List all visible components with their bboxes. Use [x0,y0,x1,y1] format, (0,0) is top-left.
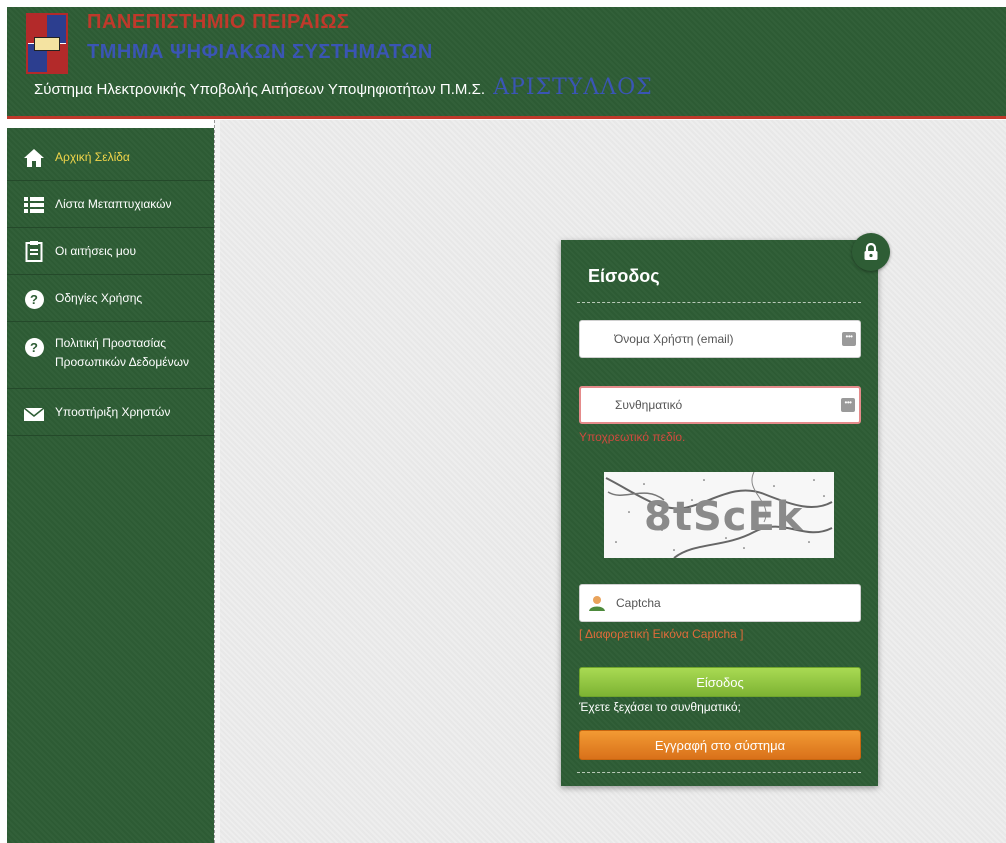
brand-name: ΑΡΙΣΤΥΛΛΟΣ [493,75,653,100]
login-button[interactable]: Είσοδος [579,667,861,697]
privacy-label-line2: Προσωπικών Δεδομένων [55,355,189,369]
sidebar-item-my-applications[interactable]: Οι αιτήσεις μου [7,228,214,275]
envelope-icon [23,403,45,425]
dashed-separator [577,302,861,303]
sidebar-item-label: Υποστήριξη Χρηστών [55,405,171,419]
question-icon: ? [23,336,45,358]
sidebar-nav: Αρχική Σελίδα Λίστα Μεταπτυχιακών Οι αιτ… [7,128,214,843]
sidebar-item-label: Πολιτική Προστασίας Προσωπικών Δεδομένων [55,334,189,372]
university-logo[interactable] [26,13,68,74]
password-input[interactable] [581,388,859,422]
keyboard-icon[interactable]: ••• [841,398,855,412]
keyboard-icon[interactable]: ••• [842,332,856,346]
sidebar-item-user-support[interactable]: Υποστήριξη Χρηστών [7,389,214,436]
captcha-text: 8tScEk [644,494,804,540]
captcha-image: 8tScEk [604,471,834,559]
sidebar-item-label: Λίστα Μεταπτυχιακών [55,197,172,211]
captcha-field[interactable] [579,584,861,622]
site-header: ΠΑΝΕΠΙΣΤΗΜΙΟ ΠΕΙΡΑΙΩΣ ΤΜΗΜΑ ΨΗΦΙΑΚΩΝ ΣΥΣ… [7,7,1006,119]
sidebar-item-user-guide[interactable]: ? Οδηγίες Χρήσης [7,275,214,322]
refresh-captcha-link[interactable]: [ Διαφορετική Εικόνα Captcha ] [579,627,744,641]
system-title: Σύστημα Ηλεκτρονικής Υποβολής Αιτήσεων Υ… [34,75,653,100]
sidebar-item-privacy-policy[interactable]: ? Πολιτική Προστασίας Προσωπικών Δεδομέν… [7,322,214,389]
privacy-label-line1: Πολιτική Προστασίας [55,336,167,350]
password-error: Υποχρεωτικό πεδίο. [579,430,686,444]
clipboard-icon [23,240,45,262]
sidebar-item-label: Οδηγίες Χρήσης [55,291,143,305]
university-name: ΠΑΝΕΠΙΣΤΗΜΙΟ ΠΕΙΡΑΙΩΣ [87,11,350,33]
forgot-password-link[interactable]: Έχετε ξεχάσει το συνθηματικό; [579,700,741,714]
captcha-input[interactable] [580,585,860,621]
system-title-text: Σύστημα Ηλεκτρονικής Υποβολής Αιτήσεων Υ… [34,81,486,98]
sidebar-item-label: Αρχική Σελίδα [55,150,130,164]
password-field[interactable]: ••• [579,386,861,424]
login-title: Είσοδος [588,266,660,286]
register-button[interactable]: Εγγραφή στο σύστημα [579,730,861,760]
username-input[interactable] [580,321,860,357]
lock-icon [852,233,890,271]
question-icon: ? [23,288,45,310]
dashed-separator [577,772,861,773]
sidebar-item-home[interactable]: Αρχική Σελίδα [7,134,214,181]
home-icon [23,147,45,169]
sidebar-item-label: Οι αιτήσεις μου [55,244,137,258]
department-name: ΤΜΗΜΑ ΨΗΦΙΑΚΩΝ ΣΥΣΤΗΜΑΤΩΝ [87,41,433,63]
list-icon [23,194,45,216]
sidebar-item-masters-list[interactable]: Λίστα Μεταπτυχιακών [7,181,214,228]
username-field[interactable]: ••• [579,320,861,358]
